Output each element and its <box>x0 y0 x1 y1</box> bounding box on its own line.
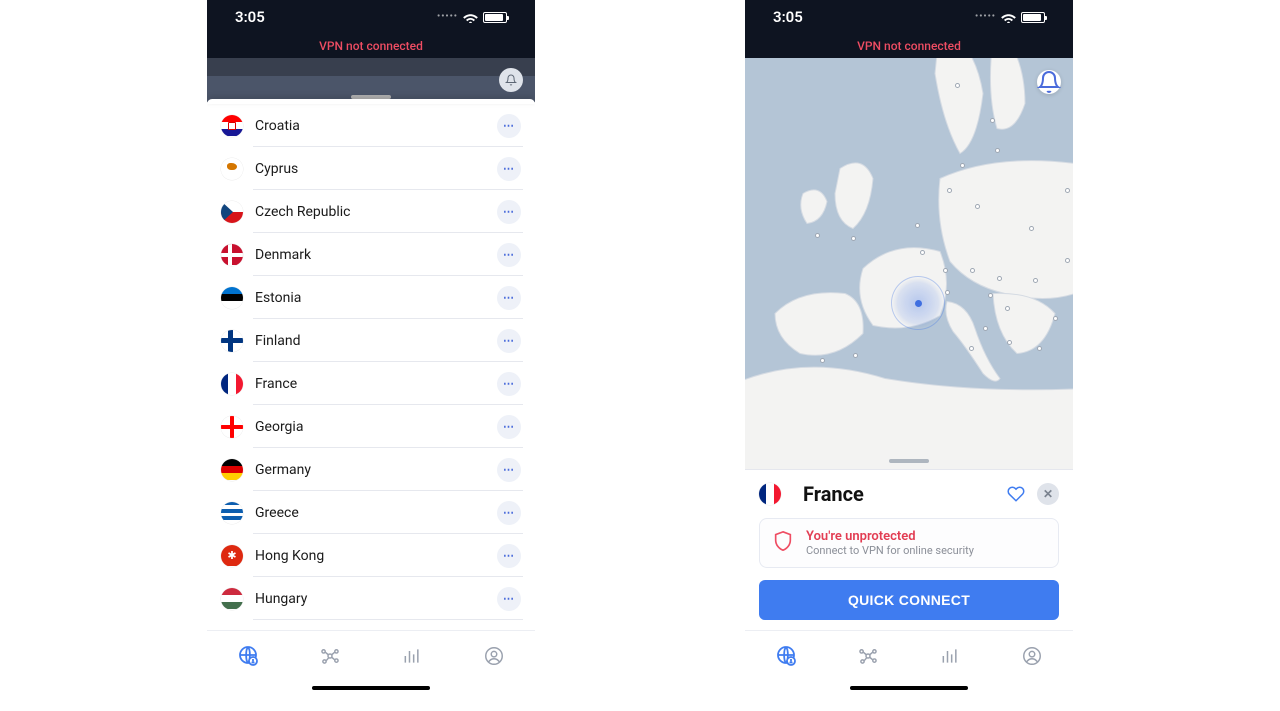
country-row[interactable]: France⋯ <box>207 362 535 405</box>
country-list[interactable]: Croatia⋯Cyprus⋯Czech Republic⋯Denmark⋯Es… <box>207 104 535 630</box>
more-icon[interactable]: ⋯ <box>497 501 521 525</box>
home-indicator <box>207 680 535 700</box>
nav-stats-icon[interactable] <box>938 644 962 668</box>
country-row[interactable]: Hungary⋯ <box>207 577 535 620</box>
flag-icon <box>221 115 243 137</box>
nav-mesh-icon[interactable] <box>856 644 880 668</box>
shield-icon <box>772 529 794 553</box>
status-bar: 3:05 ••••• <box>745 0 1073 34</box>
flag-icon <box>221 287 243 309</box>
vpn-status-banner: VPN not connected <box>745 34 1073 58</box>
wifi-icon <box>1001 12 1016 23</box>
country-name: Estonia <box>255 290 497 306</box>
flag-icon <box>221 459 243 481</box>
bell-icon[interactable] <box>499 68 523 92</box>
wifi-icon <box>463 12 478 23</box>
status-time: 3:05 <box>773 8 803 26</box>
flag-icon <box>221 416 243 438</box>
country-name: Greece <box>255 505 497 521</box>
home-indicator <box>745 680 1073 700</box>
status-icons: ••••• <box>437 12 507 23</box>
nav-mesh-icon[interactable] <box>318 644 342 668</box>
screen-map-connect: 3:05 ••••• VPN not connected <box>745 0 1073 700</box>
sheet-handle-icon[interactable] <box>889 459 929 463</box>
sheet-top-edge <box>207 99 535 104</box>
country-row[interactable]: Iceland⋯ <box>207 620 535 630</box>
flag-icon <box>221 330 243 352</box>
country-name: France <box>255 376 497 392</box>
flag-icon <box>221 373 243 395</box>
heart-icon[interactable] <box>1005 483 1027 505</box>
country-row[interactable]: Cyprus⋯ <box>207 147 535 190</box>
country-row[interactable]: Czech Republic⋯ <box>207 190 535 233</box>
nav-profile-icon[interactable] <box>482 644 506 668</box>
quick-connect-button[interactable]: QUICK CONNECT <box>759 580 1059 620</box>
nav-stats-icon[interactable] <box>400 644 424 668</box>
country-name: Hong Kong <box>255 548 497 564</box>
country-row[interactable]: Estonia⋯ <box>207 276 535 319</box>
more-icon[interactable]: ⋯ <box>497 415 521 439</box>
country-name: Germany <box>255 462 497 478</box>
selected-location-pulse <box>891 276 945 330</box>
battery-icon <box>483 12 507 23</box>
more-icon[interactable]: ⋯ <box>497 372 521 396</box>
country-row[interactable]: ✱ Hong Kong⋯ <box>207 534 535 577</box>
country-row[interactable]: Croatia⋯ <box>207 104 535 147</box>
more-icon[interactable]: ⋯ <box>497 329 521 353</box>
country-name: Hungary <box>255 591 497 607</box>
status-bar: 3:05 ••••• <box>207 0 535 34</box>
status-time: 3:05 <box>235 8 265 26</box>
country-name: Georgia <box>255 419 497 435</box>
country-name: Croatia <box>255 118 497 134</box>
nav-profile-icon[interactable] <box>1020 644 1044 668</box>
bottom-nav <box>745 630 1073 680</box>
country-name: Finland <box>255 333 497 349</box>
more-icon[interactable]: ⋯ <box>497 286 521 310</box>
server-map[interactable] <box>745 58 1073 469</box>
flag-icon-france <box>759 483 781 505</box>
more-icon[interactable]: ⋯ <box>497 243 521 267</box>
flag-icon <box>221 201 243 223</box>
selected-country-name: France <box>803 482 995 506</box>
status-icons: ••••• <box>975 12 1045 23</box>
signal-dots-icon: ••••• <box>437 12 458 22</box>
battery-icon <box>1021 12 1045 23</box>
flag-icon <box>221 158 243 180</box>
signal-dots-icon: ••••• <box>975 12 996 22</box>
more-icon[interactable]: ⋯ <box>497 200 521 224</box>
screen-country-list: 3:05 ••••• VPN not connected Croatia⋯Cyp… <box>207 0 535 700</box>
country-row[interactable]: Germany⋯ <box>207 448 535 491</box>
warning-title: You're unprotected <box>806 529 974 544</box>
more-icon[interactable]: ⋯ <box>497 458 521 482</box>
country-row[interactable]: Georgia⋯ <box>207 405 535 448</box>
more-icon[interactable]: ⋯ <box>497 587 521 611</box>
country-row[interactable]: Greece⋯ <box>207 491 535 534</box>
more-icon[interactable]: ⋯ <box>497 630 521 631</box>
warning-box: You're unprotected Connect to VPN for on… <box>759 518 1059 568</box>
flag-icon <box>221 244 243 266</box>
flag-icon <box>221 502 243 524</box>
bell-icon[interactable] <box>1037 70 1061 94</box>
warning-subtitle: Connect to VPN for online security <box>806 544 974 557</box>
more-icon[interactable]: ⋯ <box>497 157 521 181</box>
nav-globe-icon[interactable] <box>774 644 798 668</box>
nav-globe-icon[interactable] <box>236 644 260 668</box>
more-icon[interactable]: ⋯ <box>497 544 521 568</box>
country-name: Cyprus <box>255 161 497 177</box>
vpn-status-banner: VPN not connected <box>207 34 535 58</box>
more-icon[interactable]: ⋯ <box>497 114 521 138</box>
connect-card: France ✕ You're unprotected Connect to V… <box>745 469 1073 630</box>
flag-icon: ✱ <box>221 545 243 567</box>
bottom-nav <box>207 630 535 680</box>
search-area[interactable] <box>207 58 535 103</box>
close-icon[interactable]: ✕ <box>1037 483 1059 505</box>
country-name: Czech Republic <box>255 204 497 220</box>
country-row[interactable]: Finland⋯ <box>207 319 535 362</box>
country-name: Denmark <box>255 247 497 263</box>
flag-icon <box>221 588 243 610</box>
country-row[interactable]: Denmark⋯ <box>207 233 535 276</box>
